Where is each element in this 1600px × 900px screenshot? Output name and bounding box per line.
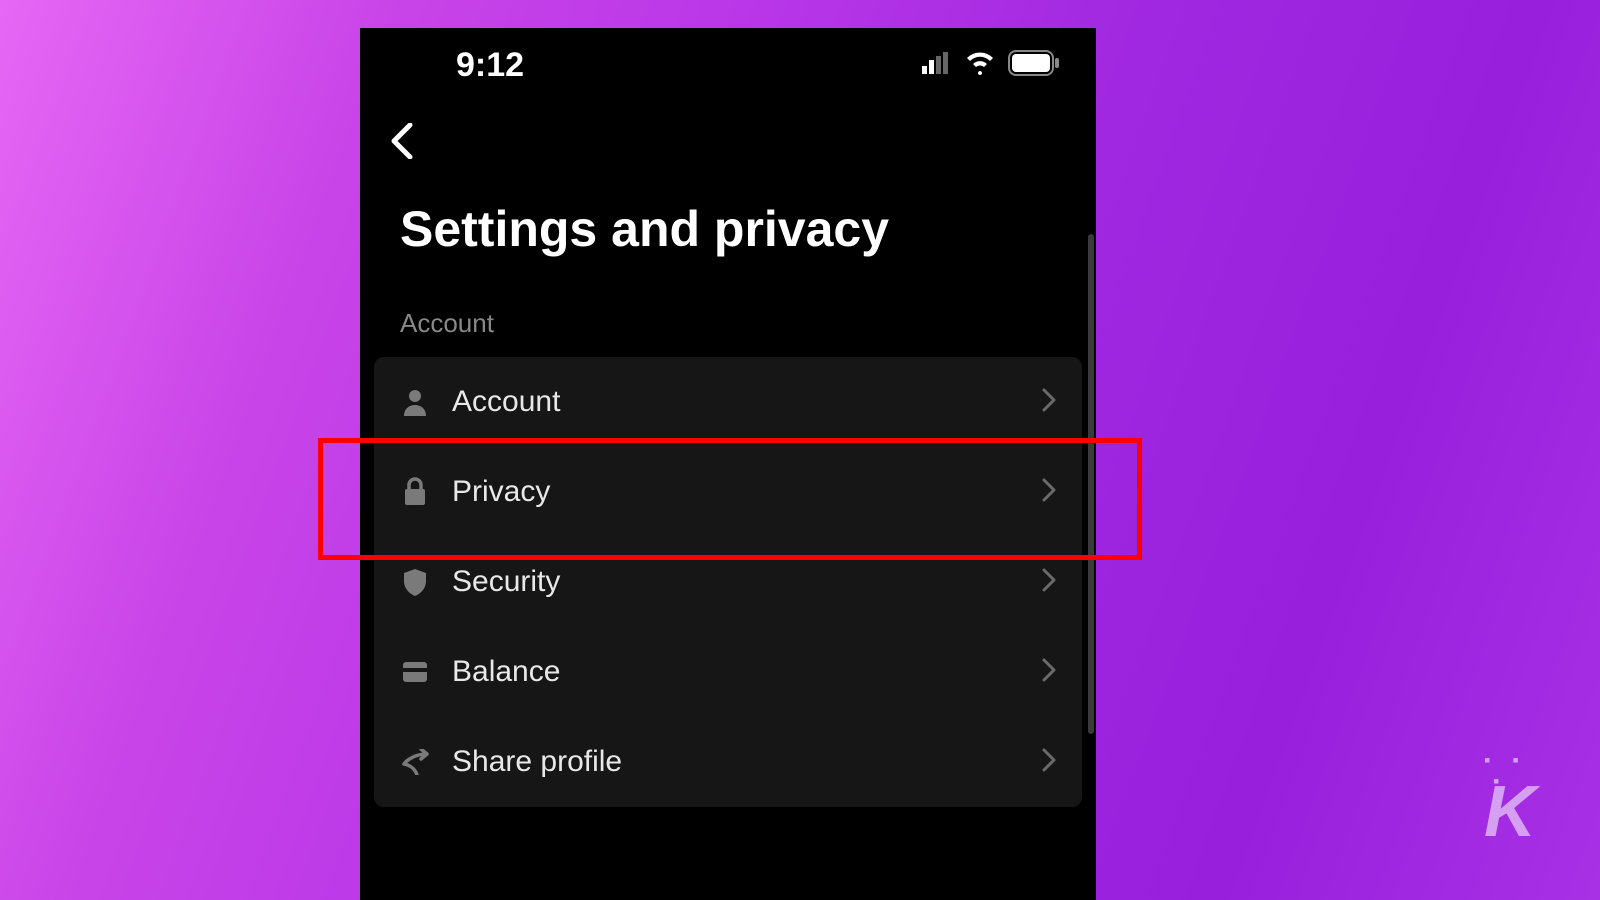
wallet-icon: [400, 657, 430, 687]
chevron-right-icon: [1042, 658, 1056, 687]
person-icon: [400, 387, 430, 417]
list-item-privacy[interactable]: Privacy: [374, 447, 1082, 537]
scrollbar[interactable]: [1088, 234, 1094, 734]
cellular-icon: [922, 52, 952, 79]
list-item-label: Balance: [452, 655, 1020, 689]
list-item-label: Account: [452, 385, 1020, 419]
wifi-icon: [964, 51, 996, 80]
battery-icon: [1008, 50, 1060, 81]
watermark-logo: ▪ ▪ ▪ K: [1484, 750, 1536, 842]
list-item-account[interactable]: Account: [374, 357, 1082, 447]
phone-frame: 9:12 Settings and privacy Account Accoun…: [360, 28, 1096, 900]
list-item-security[interactable]: Security: [374, 537, 1082, 627]
page-title: Settings and privacy: [360, 182, 1096, 308]
shield-icon: [400, 567, 430, 597]
status-icons: [922, 50, 1060, 81]
list-item-label: Privacy: [452, 475, 1020, 509]
settings-list: Account Privacy Security: [374, 357, 1082, 807]
section-label: Account: [360, 308, 1096, 357]
chevron-right-icon: [1042, 388, 1056, 417]
list-item-label: Security: [452, 565, 1020, 599]
chevron-right-icon: [1042, 478, 1056, 507]
chevron-right-icon: [1042, 748, 1056, 777]
list-item-label: Share profile: [452, 745, 1020, 779]
lock-icon: [400, 477, 430, 507]
status-bar: 9:12: [360, 28, 1096, 95]
status-time: 9:12: [456, 46, 524, 85]
list-item-balance[interactable]: Balance: [374, 627, 1082, 717]
list-item-share-profile[interactable]: Share profile: [374, 717, 1082, 807]
chevron-right-icon: [1042, 568, 1056, 597]
share-icon: [400, 747, 430, 777]
back-button[interactable]: [360, 95, 1096, 182]
